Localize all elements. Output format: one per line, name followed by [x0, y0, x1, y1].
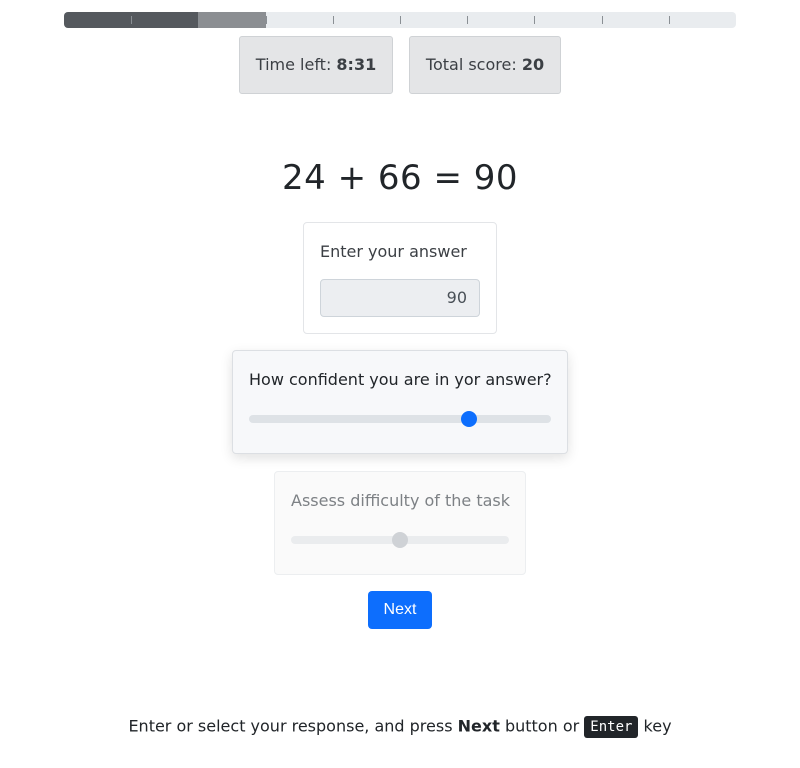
answer-input[interactable]: 90 [320, 279, 480, 317]
progress-tick [332, 16, 334, 24]
progress-tick [534, 16, 536, 24]
progress-tick [467, 16, 469, 24]
confidence-slider[interactable] [249, 415, 551, 423]
difficulty-label: Assess difficulty of the task [291, 491, 511, 510]
progress-tick [668, 16, 670, 24]
total-score-label: Total score: [425, 55, 517, 74]
progress-tick [198, 16, 200, 24]
difficulty-card: Assess difficulty of the task [274, 471, 526, 575]
answer-card: Enter your answer 90 [303, 222, 497, 334]
progress-tick [265, 16, 267, 24]
instructions-footer: Enter or select your response, and press… [0, 716, 800, 738]
footer-button-word: Next [457, 716, 500, 736]
progress-tick [400, 16, 401, 24]
footer-text-after: key [643, 716, 672, 736]
progress-bar [64, 12, 736, 28]
next-button[interactable]: Next [368, 591, 432, 629]
progress-segment [131, 12, 199, 28]
enter-key-badge: Enter [584, 716, 639, 738]
time-left-box: Time left: 8:31 [239, 36, 393, 94]
confidence-card: How confident you are in yor answer? [232, 350, 568, 454]
confidence-label: How confident you are in yor answer? [249, 370, 552, 389]
progress-segment [198, 12, 266, 28]
progress-tick [601, 16, 603, 24]
time-left-value: 8:31 [336, 55, 377, 74]
total-score-value: 20 [521, 55, 545, 74]
confidence-slider-thumb[interactable] [460, 411, 477, 427]
footer-text-middle: button or [504, 716, 580, 736]
total-score-box: Total score: 20 [409, 36, 561, 94]
progress-segment [64, 12, 132, 28]
answer-label: Enter your answer [320, 242, 467, 261]
progress-tick [131, 16, 133, 24]
time-left-label: Time left: [255, 55, 332, 74]
difficulty-slider-thumb [392, 532, 408, 548]
task-equation: 24 + 66 = 90 [282, 158, 518, 198]
footer-text-before: Enter or select your response, and press [128, 716, 453, 736]
